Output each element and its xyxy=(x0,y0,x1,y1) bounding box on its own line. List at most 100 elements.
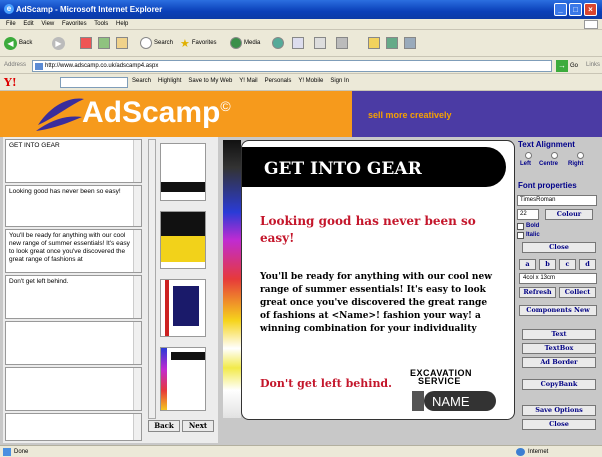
address-input[interactable]: http://www.adscamp.co.uk/adscamp4.aspx xyxy=(32,60,552,72)
mail-button[interactable] xyxy=(292,36,304,50)
media-label: Media xyxy=(244,40,261,46)
menu-tools[interactable]: Tools xyxy=(94,21,108,27)
collect-button[interactable]: Collect xyxy=(559,287,596,298)
text-button[interactable]: Text xyxy=(522,329,596,340)
scrollbar[interactable] xyxy=(133,322,141,364)
italic-checkbox[interactable] xyxy=(517,232,524,239)
menu-view[interactable]: View xyxy=(41,21,54,27)
scrollbar[interactable] xyxy=(133,140,141,182)
stop-icon xyxy=(80,37,92,49)
research-button[interactable] xyxy=(404,36,416,50)
menu-file[interactable]: File xyxy=(6,21,16,27)
textbox-button[interactable]: TextBox xyxy=(522,343,596,354)
thumbnail-scrollbar[interactable] xyxy=(148,139,156,419)
align-right-radio[interactable] xyxy=(577,152,584,159)
dimension-select[interactable]: 4col x 13cm xyxy=(519,273,597,284)
home-button[interactable] xyxy=(116,36,128,50)
refresh-button[interactable]: Refresh xyxy=(519,287,556,298)
bold-checkbox[interactable] xyxy=(517,223,524,230)
font-title: Font properties xyxy=(518,181,577,190)
scrollbar[interactable] xyxy=(133,368,141,410)
align-right-label: Right xyxy=(568,161,584,167)
empty-field[interactable] xyxy=(5,367,142,411)
scrollbar[interactable] xyxy=(133,186,141,226)
colour-button[interactable]: Colour xyxy=(545,209,593,220)
refresh-button[interactable] xyxy=(98,36,110,50)
size-a-button[interactable]: a xyxy=(519,259,536,270)
subhead-field[interactable]: Looking good has never been so easy! xyxy=(5,185,142,227)
yahoo-highlight-button[interactable]: Highlight xyxy=(158,78,181,84)
yahoo-personals-button[interactable]: Personals xyxy=(265,78,292,84)
menu-help[interactable]: Help xyxy=(116,21,128,27)
search-button[interactable]: Search xyxy=(140,36,173,50)
ad-headline[interactable]: GET INTO GEAR xyxy=(242,147,506,187)
back-button[interactable]: ◀ Back xyxy=(4,36,32,50)
messenger-button[interactable] xyxy=(386,36,398,50)
save-options-button[interactable]: Save Options xyxy=(522,405,596,416)
align-left-radio[interactable] xyxy=(525,152,532,159)
ad-body[interactable]: You'll be ready for anything with our co… xyxy=(260,271,500,336)
body-field[interactable]: You'll be ready for anything with our co… xyxy=(5,229,142,273)
footer-field[interactable]: Don't get left behind. xyxy=(5,275,142,319)
close-window-button[interactable]: × xyxy=(584,3,597,16)
media-button[interactable]: Media xyxy=(230,36,260,50)
copyright-mark: © xyxy=(220,98,231,114)
ad-logo[interactable]: EXCAVATION SERVICE NAME xyxy=(410,369,500,415)
components-button[interactable]: Components New xyxy=(519,305,597,316)
empty-field[interactable] xyxy=(5,413,142,441)
links-label[interactable]: Links xyxy=(586,62,600,68)
favorites-button[interactable]: ★ Favorites xyxy=(180,36,217,50)
folder-button[interactable] xyxy=(368,36,380,50)
page-done-icon xyxy=(3,448,11,456)
go-button[interactable]: → Go xyxy=(556,60,578,72)
template-thumbnail[interactable] xyxy=(160,279,206,337)
yahoo-saveweb-button[interactable]: Save to My Web xyxy=(188,78,232,84)
edit-button[interactable] xyxy=(336,36,348,50)
scrollbar[interactable] xyxy=(133,276,141,318)
ad-subhead[interactable]: Looking good has never been so easy! xyxy=(260,213,510,247)
stop-button[interactable] xyxy=(80,36,92,50)
yahoo-logo[interactable]: Y! xyxy=(4,76,17,89)
headline-field[interactable]: GET INTO GEAR xyxy=(5,139,142,183)
refresh-icon xyxy=(98,37,110,49)
back-label: Back xyxy=(19,40,33,46)
template-thumbnail[interactable] xyxy=(160,143,206,201)
menu-favorites[interactable]: Favorites xyxy=(62,21,87,27)
ad-border-button[interactable]: Ad Border xyxy=(522,357,596,368)
copybank-button[interactable]: CopyBank xyxy=(522,379,596,390)
size-c-button[interactable]: c xyxy=(559,259,576,270)
template-thumbnail[interactable] xyxy=(160,347,206,411)
status-text: Done xyxy=(14,449,29,455)
scrollbar[interactable] xyxy=(133,230,141,272)
messenger-icon xyxy=(386,37,398,49)
yahoo-search-input[interactable] xyxy=(60,77,128,88)
empty-field[interactable] xyxy=(5,321,142,365)
menu-edit[interactable]: Edit xyxy=(23,21,33,27)
control-panel: Text Alignment Left Centre Right Font pr… xyxy=(515,137,602,443)
history-button[interactable] xyxy=(272,36,284,50)
yahoo-signin-button[interactable]: Sign In xyxy=(330,78,349,84)
size-d-button[interactable]: d xyxy=(579,259,596,270)
adscamp-logo-text: AdScamp xyxy=(82,96,221,129)
align-centre-radio[interactable] xyxy=(551,152,558,159)
next-page-button[interactable]: Next xyxy=(182,420,214,432)
forward-button[interactable]: ▶ xyxy=(52,36,65,50)
minimize-button[interactable]: _ xyxy=(554,3,567,16)
page-icon xyxy=(35,63,43,70)
font-close-button[interactable]: Close xyxy=(522,242,596,253)
template-thumbnail[interactable] xyxy=(160,211,206,269)
yahoo-search-button[interactable]: Search xyxy=(132,78,151,84)
font-select[interactable]: TimesRoman xyxy=(517,195,597,206)
panel-close-button[interactable]: Close xyxy=(522,419,596,430)
size-b-button[interactable]: b xyxy=(539,259,556,270)
scrollbar[interactable] xyxy=(133,414,141,440)
print-button[interactable] xyxy=(314,36,326,50)
maximize-button[interactable]: □ xyxy=(569,3,582,16)
search-icon xyxy=(140,37,152,49)
yahoo-mail-button[interactable]: Y! Mail xyxy=(239,78,257,84)
back-page-button[interactable]: Back xyxy=(148,420,180,432)
go-label: Go xyxy=(570,63,579,69)
size-select[interactable]: 22 xyxy=(517,209,539,220)
ad-footer[interactable]: Don't get left behind. xyxy=(260,377,392,390)
yahoo-mobile-button[interactable]: Y! Mobile xyxy=(298,78,323,84)
